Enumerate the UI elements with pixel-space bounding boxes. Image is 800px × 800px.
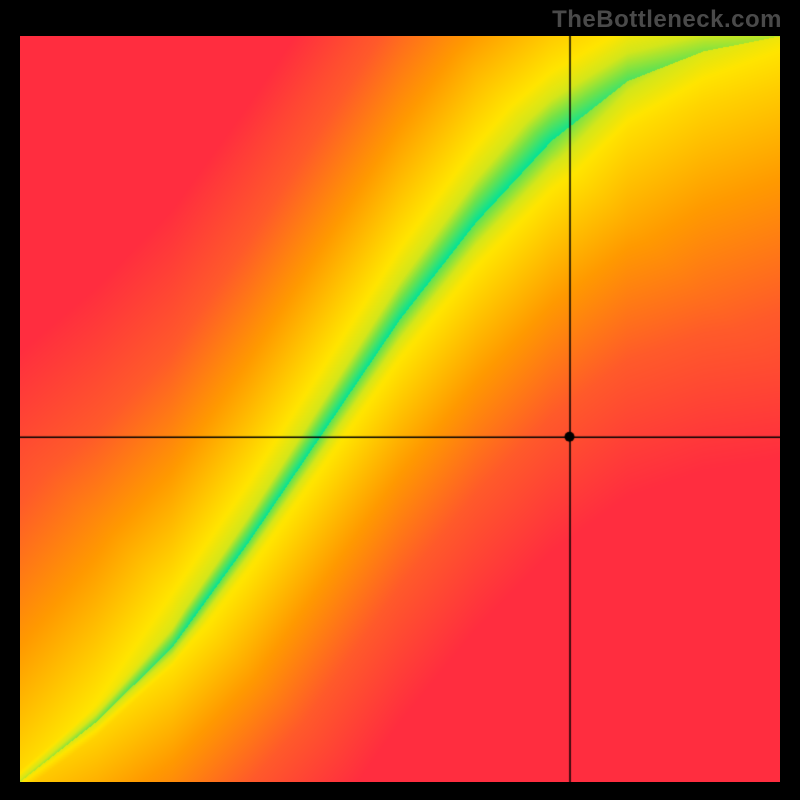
watermark-text: TheBottleneck.com xyxy=(552,6,782,34)
bottleneck-heatmap xyxy=(20,36,780,782)
heatmap-canvas xyxy=(20,36,780,782)
